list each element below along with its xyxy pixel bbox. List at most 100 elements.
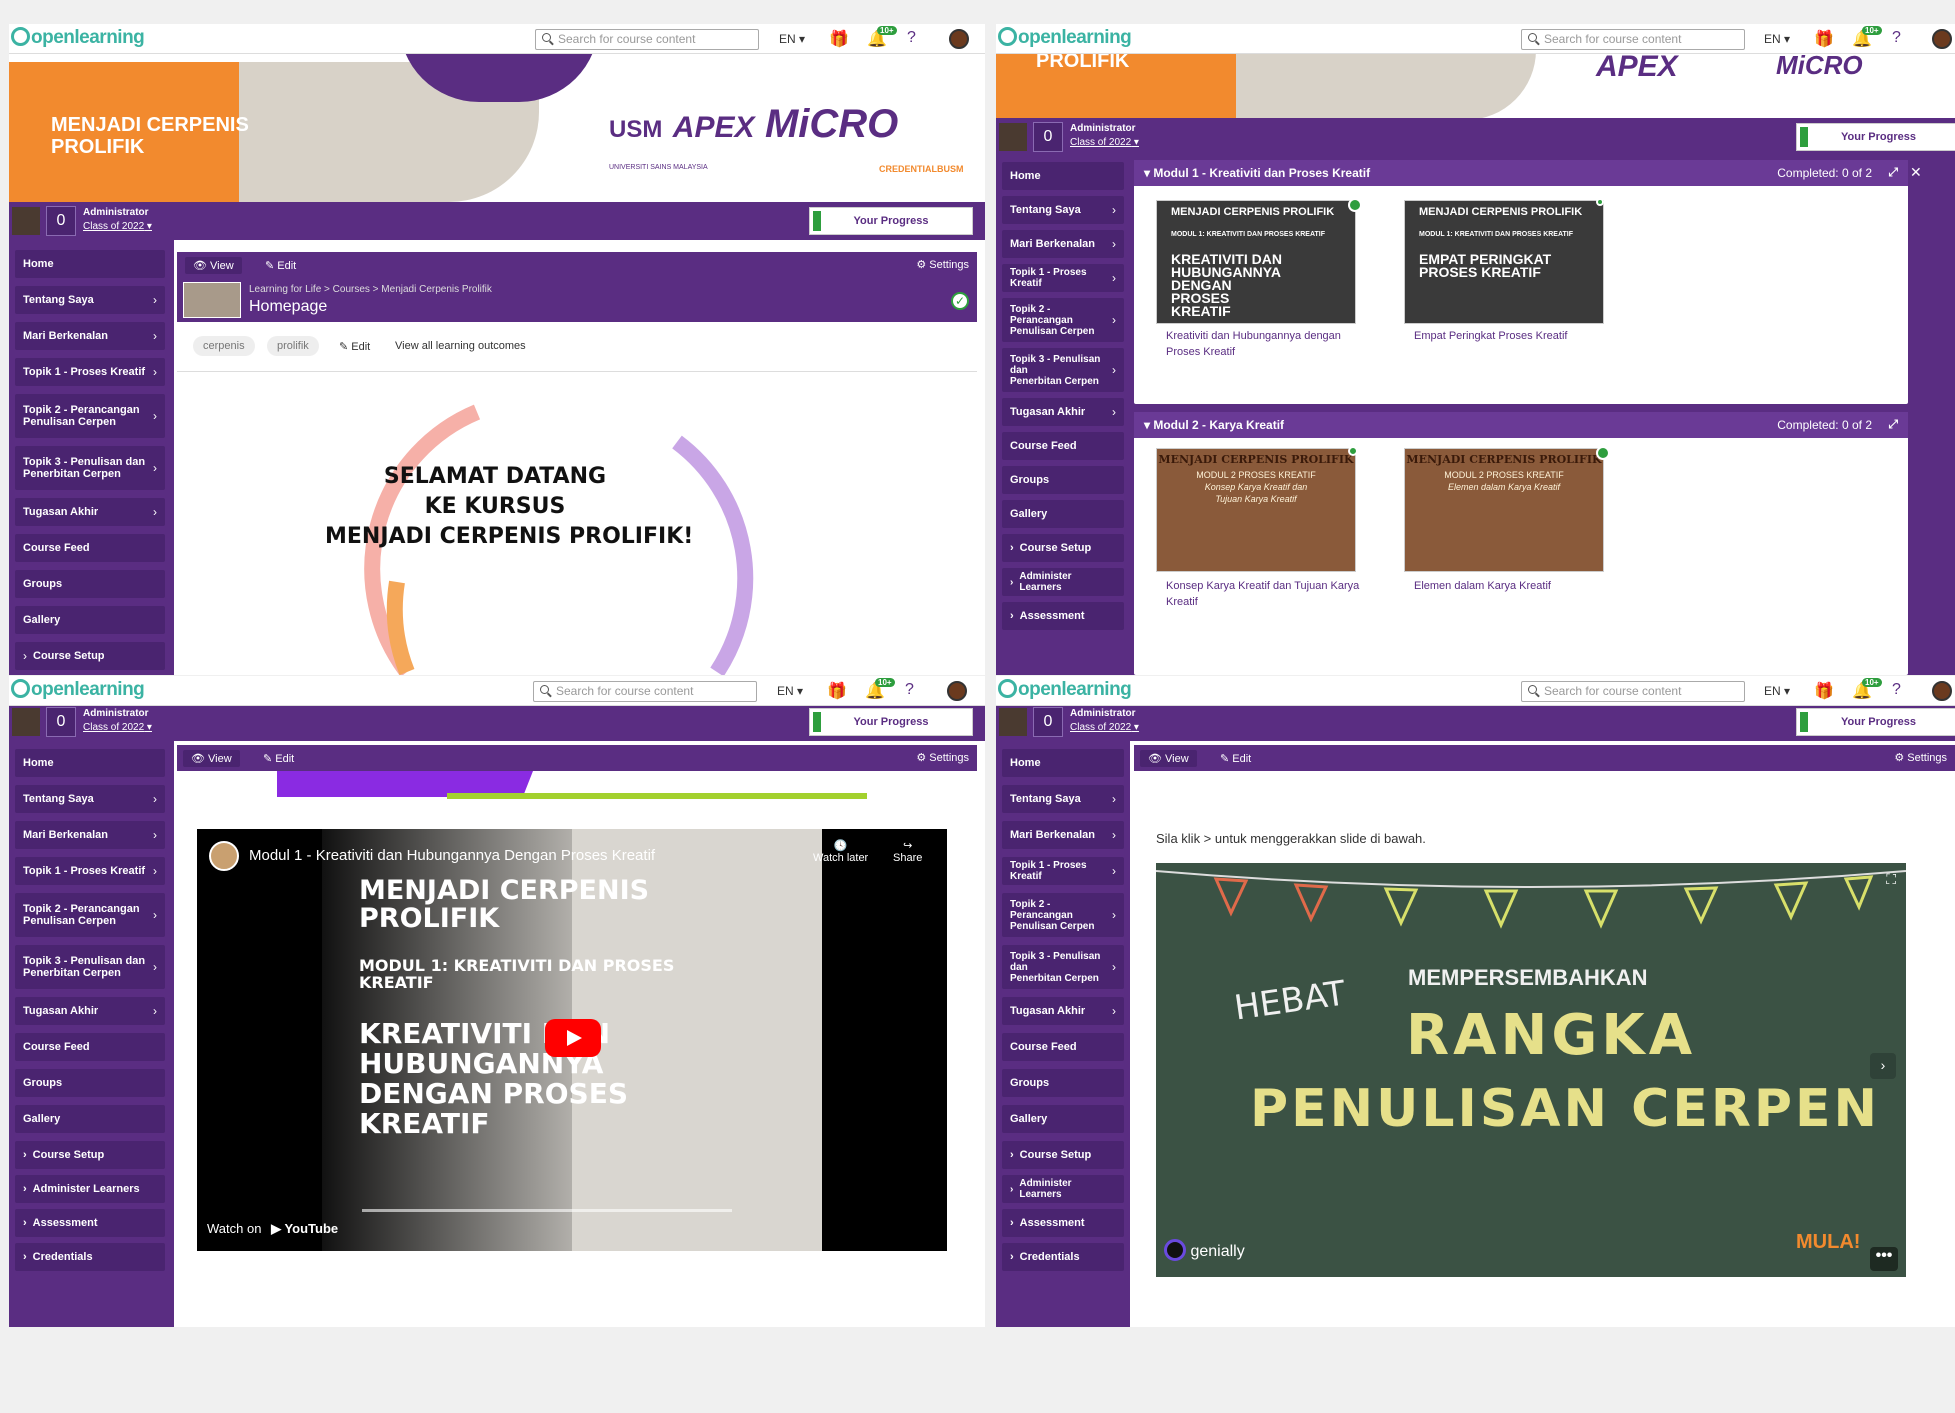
sidebar-item-assessment[interactable]: › Assessment [1002, 602, 1124, 630]
thumbnail-kreativiti[interactable]: MENJADI CERPENIS PROLIFIK MODUL 1: KREAT… [1156, 200, 1356, 324]
sidebar-item-home[interactable]: Home [1002, 749, 1124, 777]
sidebar-item-course-setup[interactable]: › Course Setup [1002, 534, 1124, 562]
gift-icon[interactable]: 🎁 [1814, 681, 1834, 701]
next-slide-button[interactable]: › [1870, 1053, 1896, 1079]
thumbnail-elemen-karya[interactable]: MENJADI CERPENIS PROLIFIK MODUL 2 PROSES… [1404, 448, 1604, 572]
sidebar-item-tugasan-akhir[interactable]: Tugasan Akhir › [15, 498, 165, 526]
lesson-title-konsep-karya[interactable]: Konsep Karya Kreatif dan Tujuan Karya Kr… [1166, 578, 1366, 610]
sidebar-item-tugasan-akhir[interactable]: Tugasan Akhir › [1002, 997, 1124, 1025]
settings-button[interactable]: ⚙ Settings [1894, 751, 1947, 764]
sidebar-item-topik-1[interactable]: Topik 1 - Proses Kreatif › [1002, 857, 1124, 885]
sidebar-item-groups[interactable]: Groups [1002, 1069, 1124, 1097]
sidebar-item-course-setup[interactable]: › Course Setup [15, 642, 165, 670]
share-button[interactable]: ↪ Share [893, 839, 922, 864]
sidebar-item-tugasan-akhir[interactable]: Tugasan Akhir › [1002, 398, 1124, 426]
video-title[interactable]: Modul 1 - Kreativiti dan Hubungannya Den… [249, 847, 655, 864]
sidebar-item-topik-2[interactable]: Topik 2 - Perancangan Penulisan Cerpen › [15, 893, 165, 937]
search-input[interactable]: Search for course content [533, 681, 757, 702]
search-input[interactable]: Search for course content [535, 29, 759, 50]
sidebar-item-groups[interactable]: Groups [1002, 466, 1124, 494]
sidebar-item-topik-2[interactable]: Topik 2 - Perancangan Penulisan Cerpen › [1002, 298, 1124, 342]
video-scrubber[interactable] [362, 1209, 732, 1212]
help-icon[interactable]: ? [1892, 29, 1901, 47]
view-button[interactable]: 👁 View [185, 257, 242, 274]
genially-slide[interactable]: HEBAT MEMPERSEMBAHKAN RANGKA PENULISAN C… [1156, 863, 1906, 1277]
sidebar-item-home[interactable]: Home [15, 250, 165, 278]
sidebar-item-topik-2[interactable]: Topik 2 - Perancangan Penulisan Cerpen › [15, 394, 165, 438]
watch-on-youtube-link[interactable]: Watch on ▶ YouTube [207, 1221, 338, 1237]
openlearning-logo[interactable]: openlearning [998, 679, 1132, 701]
language-selector[interactable]: EN ▾ [779, 32, 805, 46]
sidebar-item-tentang-saya[interactable]: Tentang Saya › [15, 785, 165, 813]
thumbnail-konsep-karya[interactable]: MENJADI CERPENIS PROLIFIK MODUL 2 PROSES… [1156, 448, 1356, 572]
openlearning-logo[interactable]: openlearning [998, 27, 1132, 49]
language-selector[interactable]: EN ▾ [777, 684, 803, 698]
sidebar-item-groups[interactable]: Groups [15, 1069, 165, 1097]
sidebar-item-topik-1[interactable]: Topik 1 - Proses Kreatif › [15, 358, 165, 386]
class-selector[interactable]: Class of 2022 ▾ [1070, 722, 1139, 733]
lesson-title-elemen-karya[interactable]: Elemen dalam Karya Kreatif [1414, 578, 1614, 594]
sidebar-item-topik-2[interactable]: Topik 2 - Perancangan Penulisan Cerpen › [1002, 893, 1124, 937]
sidebar-item-topik-1[interactable]: Topik 1 - Proses Kreatif › [15, 857, 165, 885]
breadcrumb[interactable]: Learning for Life > Courses > Menjadi Ce… [249, 284, 492, 295]
sidebar-item-administer-learners[interactable]: › Administer Learners [15, 1175, 165, 1203]
sidebar-item-tentang-saya[interactable]: Tentang Saya › [1002, 196, 1124, 224]
progress-button[interactable]: Your Progress [809, 708, 973, 736]
class-selector[interactable]: Class of 2022 ▾ [83, 722, 152, 733]
sidebar-item-tugasan-akhir[interactable]: Tugasan Akhir › [15, 997, 165, 1025]
language-selector[interactable]: EN ▾ [1764, 32, 1790, 46]
avatar[interactable] [1932, 681, 1952, 701]
thumbnail-empat-peringkat[interactable]: MENJADI CERPENIS PROLIFIK MODUL 1: KREAT… [1404, 200, 1604, 324]
avatar[interactable] [947, 681, 967, 701]
sidebar-item-course-setup[interactable]: › Course Setup [1002, 1141, 1124, 1169]
completion-check-icon[interactable]: ✓ [951, 292, 969, 310]
close-icon[interactable]: ✕ [1910, 164, 1922, 181]
sidebar-item-topik-1[interactable]: Topik 1 - Proses Kreatif › [1002, 264, 1124, 292]
search-input[interactable]: Search for course content [1521, 29, 1745, 50]
sidebar-item-tentang-saya[interactable]: Tentang Saya › [1002, 785, 1124, 813]
sidebar-item-home[interactable]: Home [15, 749, 165, 777]
help-icon[interactable]: ? [1892, 681, 1901, 699]
view-button[interactable]: 👁 View [1140, 750, 1197, 767]
help-icon[interactable]: ? [907, 29, 916, 47]
sidebar-item-course-feed[interactable]: Course Feed [15, 534, 165, 562]
fullscreen-icon[interactable]: ⛶ [1886, 871, 1896, 888]
genially-logo[interactable]: genially [1164, 1239, 1245, 1261]
sidebar-item-topik-3[interactable]: Topik 3 - Penulisan dan Penerbitan Cerpen… [1002, 348, 1124, 392]
sidebar-item-mari-berkenalan[interactable]: Mari Berkenalan › [1002, 230, 1124, 258]
sidebar-item-course-feed[interactable]: Course Feed [1002, 432, 1124, 460]
lesson-title-kreativiti[interactable]: Kreativiti dan Hubungannya dengan Proses… [1166, 328, 1366, 360]
mula-button[interactable]: MULA! [1796, 1231, 1860, 1254]
help-icon[interactable]: ? [905, 681, 914, 699]
edit-button[interactable]: ✎ Edit [1212, 750, 1259, 767]
channel-avatar[interactable] [209, 841, 239, 871]
gift-icon[interactable]: 🎁 [829, 29, 849, 49]
sidebar-item-mari-berkenalan[interactable]: Mari Berkenalan › [15, 821, 165, 849]
search-input[interactable]: Search for course content [1521, 681, 1745, 702]
sidebar-item-gallery[interactable]: Gallery [15, 1105, 165, 1133]
sidebar-item-topik-3[interactable]: Topik 3 - Penulisan dan Penerbitan Cerpen… [15, 945, 165, 989]
tag-prolifik[interactable]: prolifik [267, 336, 319, 356]
openlearning-logo[interactable]: openlearning [11, 679, 145, 701]
sidebar-item-course-feed[interactable]: Course Feed [1002, 1033, 1124, 1061]
more-options-icon[interactable]: ••• [1870, 1247, 1898, 1271]
sidebar-item-assessment[interactable]: › Assessment [15, 1209, 165, 1237]
progress-button[interactable]: Your Progress [809, 207, 973, 235]
play-button[interactable] [545, 1019, 601, 1057]
sidebar-item-credentials[interactable]: › Credentials [15, 1243, 165, 1271]
sidebar-item-administer-learners[interactable]: › Administer Learners [1002, 1175, 1124, 1203]
sidebar-item-gallery[interactable]: Gallery [15, 606, 165, 634]
sidebar-item-gallery[interactable]: Gallery [1002, 1105, 1124, 1133]
view-button[interactable]: 👁 View [183, 750, 240, 767]
settings-button[interactable]: ⚙ Settings [916, 258, 969, 271]
sidebar-item-mari-berkenalan[interactable]: Mari Berkenalan › [1002, 821, 1124, 849]
class-selector[interactable]: Class of 2022 ▾ [1070, 137, 1139, 148]
sidebar-item-topik-3[interactable]: Topik 3 - Penulisan dan Penerbitan Cerpen… [15, 446, 165, 490]
progress-button[interactable]: Your Progress [1796, 123, 1955, 151]
lesson-title-empat-peringkat[interactable]: Empat Peringkat Proses Kreatif [1414, 328, 1614, 344]
watch-later-button[interactable]: 🕓 Watch later [813, 839, 868, 864]
sidebar-item-tentang-saya[interactable]: Tentang Saya › [15, 286, 165, 314]
sidebar-item-mari-berkenalan[interactable]: Mari Berkenalan › [15, 322, 165, 350]
sidebar-item-gallery[interactable]: Gallery [1002, 500, 1124, 528]
class-selector[interactable]: Class of 2022 ▾ [83, 221, 152, 232]
